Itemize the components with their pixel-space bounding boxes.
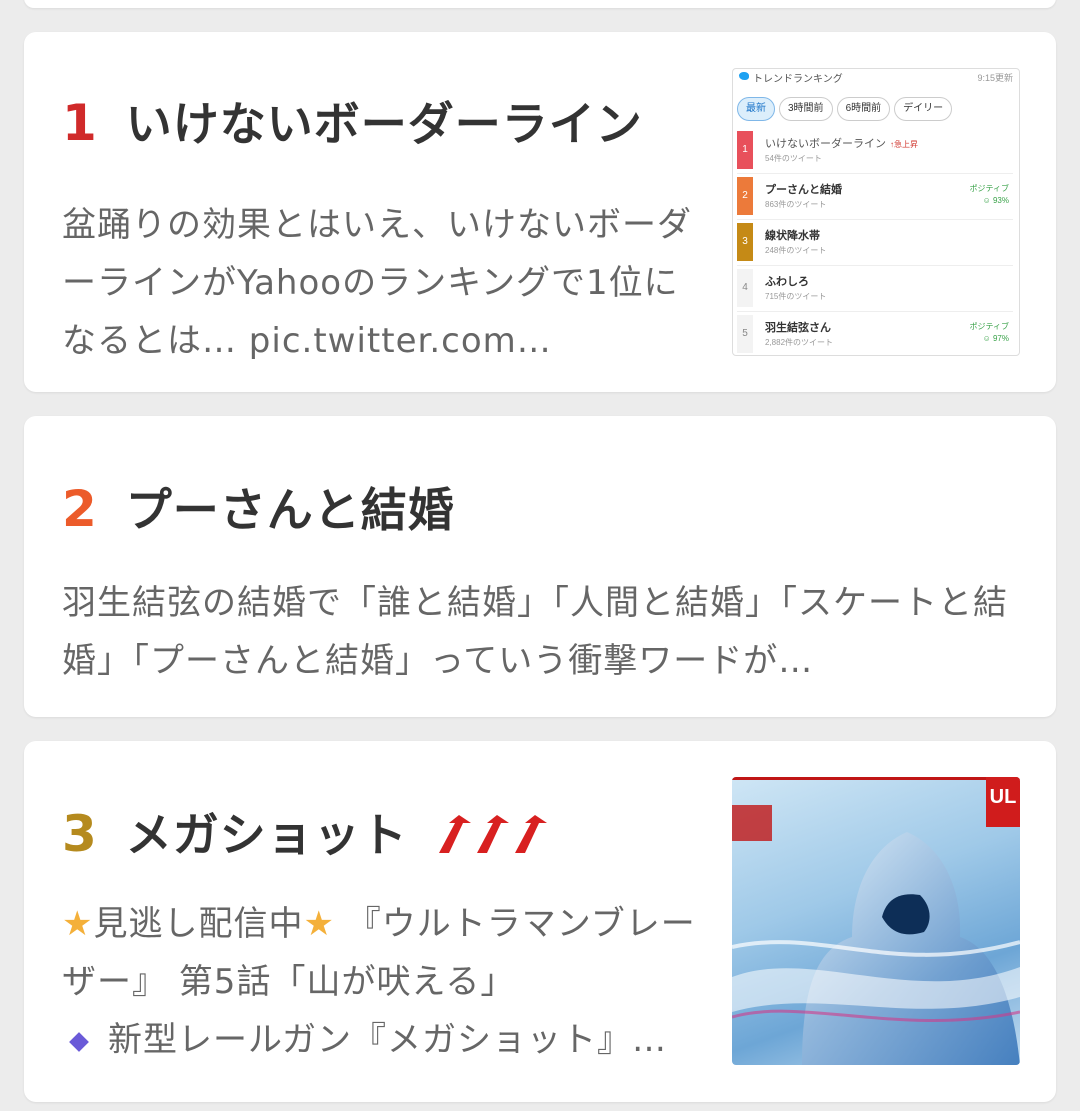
trending-up-icon: ↑急上昇 xyxy=(890,140,918,149)
ranking-row: 1 いけないボーダーライン ↑急上昇 54件のツイート xyxy=(737,129,1013,174)
trend-thumbnail[interactable]: トレンドランキング 9:15更新 最新 3時間前 6時間前 デイリー 1 いけないボー… xyxy=(732,68,1020,356)
trend-title-text: いけないボーダーライン xyxy=(125,97,643,151)
trend-title-text: プーさんと結婚 xyxy=(125,483,455,537)
trend-card-1[interactable]: 1 いけないボーダーライン 盆踊りの効果とはいえ、いけないボーダーラインがYaho… xyxy=(24,32,1056,392)
tab-daily: デイリー xyxy=(894,97,953,121)
ranking-row: 2 プーさんと結婚 863件のツイート ポジティブ ☺ 93% xyxy=(737,175,1013,220)
rank-number: 1 xyxy=(62,94,98,152)
diamond-icon xyxy=(69,1031,89,1052)
star-icon: ★ xyxy=(303,904,335,944)
trend-title[interactable]: 1 いけないボーダーライン xyxy=(62,88,643,154)
trend-description: 盆踊りの効果とはいえ、いけないボーダーラインがYahooのランキングで1位になる… xyxy=(62,205,692,361)
positive-badge: ポジティブ ☺ 97% xyxy=(969,322,1009,343)
rank-number: 2 xyxy=(62,480,98,538)
tab-latest: 最新 xyxy=(737,97,775,121)
tab-6h: 6時間前 xyxy=(836,97,891,121)
trend-card-3[interactable]: 3 メガショット ★見逃し配信中★ 『ウルトラマンブレーザー』 第5話「山が吠える… xyxy=(24,741,1056,1102)
previous-card-edge xyxy=(24,0,1056,8)
trending-up-icon xyxy=(437,812,553,866)
trend-description: ★見逃し配信中★ 『ウルトラマンブレーザー』 第5話「山が吠える」 新型レールガ… xyxy=(62,904,696,1060)
trend-thumbnail[interactable]: UL xyxy=(732,777,1020,1065)
positive-badge: ポジティブ ☺ 93% xyxy=(969,184,1009,205)
trend-title[interactable]: 2 プーさんと結婚 xyxy=(62,474,455,540)
twitter-bird-icon xyxy=(739,72,749,80)
ultraman-logo-badge: UL xyxy=(986,777,1020,827)
ranking-tabs: 最新 3時間前 6時間前 デイリー xyxy=(737,97,956,121)
ranking-header: トレンドランキング 9:15更新 xyxy=(733,69,1019,87)
ranking-row: 5 羽生結弦さん 2,882件のツイート ポジティブ ☺ 97% xyxy=(737,313,1013,355)
star-icon: ★ xyxy=(62,904,94,944)
hero-image xyxy=(732,805,1020,1065)
trend-description: 羽生結弦の結婚で「誰と結婚」「人間と結婚」「スケートと結婚」「プーさんと結婚」っ… xyxy=(62,583,1008,681)
trend-card-2[interactable]: 2 プーさんと結婚 羽生結弦の結婚で「誰と結婚」「人間と結婚」「スケートと結婚」「… xyxy=(24,416,1056,717)
ranking-row: 4 ふわしろ 715件のツイート xyxy=(737,267,1013,312)
ranking-row: 3 線状降水帯 248件のツイート xyxy=(737,221,1013,266)
trend-title[interactable]: 3 メガショット xyxy=(62,799,553,866)
trend-title-text: メガショット xyxy=(125,808,408,862)
tab-3h: 3時間前 xyxy=(779,97,833,121)
rank-number: 3 xyxy=(62,805,98,863)
